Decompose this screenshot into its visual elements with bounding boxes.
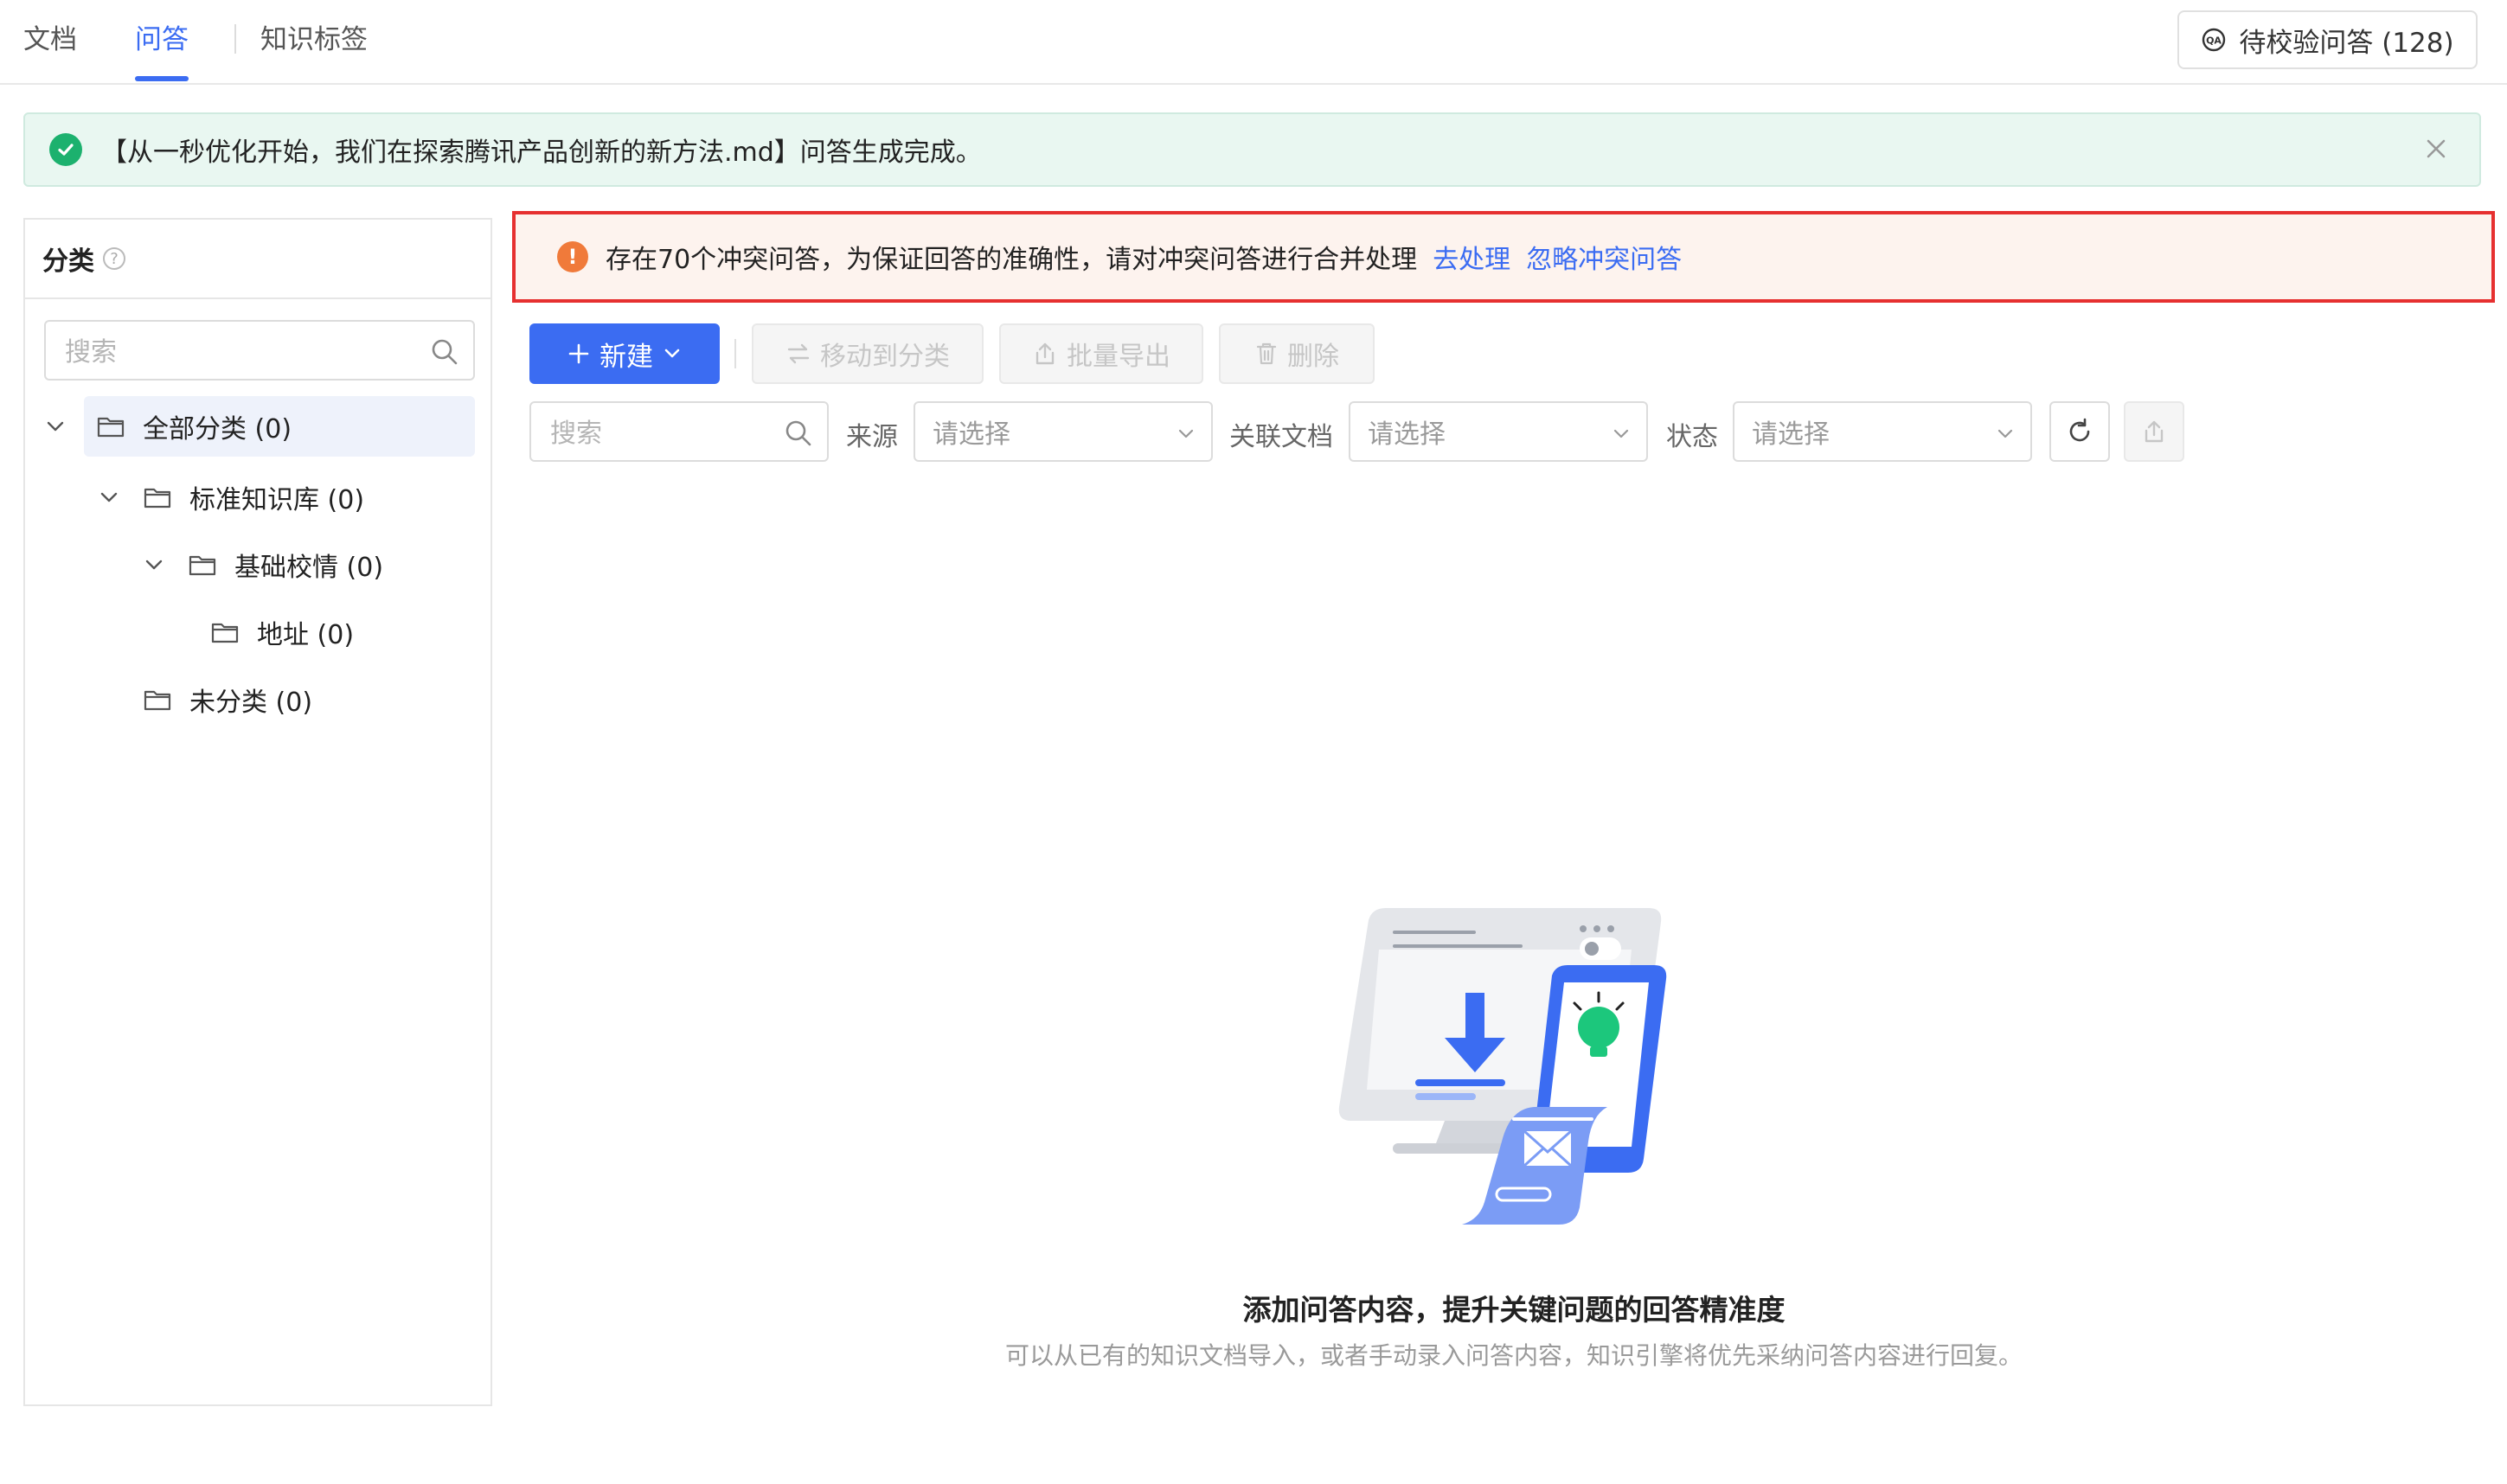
empty-state-description: 可以从已有的知识文档导入，或者手动录入问答内容，知识引擎将优先采纳问答内容进行回… [1004,1341,2023,1370]
conflict-message: 存在70个冲突问答，为保证回答的准确性，请对冲突问答进行合并处理 [606,245,1418,275]
search-icon[interactable] [430,337,459,367]
ignore-conflicts-link[interactable]: 忽略冲突问答 [1526,238,1682,276]
tree-item-label: 基础校情 (0) [234,553,384,583]
empty-state-illustration [1338,908,1667,1225]
tab-divider [234,24,236,54]
source-select-value: 请选择 [933,419,1010,450]
trash-icon [1256,342,1277,365]
success-banner: 【从一秒优化开始，我们在探索腾讯产品创新的新方法.md】问答生成完成。 [23,112,2481,187]
new-button-label: 新建 [600,341,653,373]
export-icon [2145,420,2164,443]
move-label: 移动到分类 [820,342,950,372]
tree-item-label: 未分类 (0) [189,688,313,718]
plus-icon [568,343,589,364]
qa-search-box [529,401,829,462]
pending-review-label: 待校验问答 (128) [2239,27,2454,59]
tree-item-address[interactable]: 地址 (0) [84,602,475,662]
empty-state-title: 添加问答内容，提升关键问题的回答精准度 [1242,1293,1786,1327]
export-label: 批量导出 [1067,342,1170,372]
chevron-down-icon [1178,429,1194,438]
related-doc-select[interactable]: 请选择 [1349,401,1648,462]
folder-icon [97,417,125,438]
help-icon[interactable]: ? [103,247,125,270]
top-tab-bar: 文档 问答 知识标签 [0,0,2507,85]
pending-review-button[interactable]: QA 待校验问答 (128) [2177,10,2478,69]
chevron-down-icon [1997,429,2013,438]
refresh-button[interactable] [2049,401,2110,462]
svg-text:QA: QA [2206,35,2222,47]
chevron-down-icon [1613,429,1629,438]
delete-label: 删除 [1287,342,1339,372]
delete-button[interactable]: 删除 [1219,323,1375,384]
tree-item-label: 全部分类 (0) [143,414,292,445]
category-title: 分类 [42,246,94,277]
source-select[interactable]: 请选择 [914,401,1213,462]
check-circle-icon [49,133,82,166]
category-search-input[interactable] [63,334,413,370]
status-select-value: 请选择 [1752,419,1830,450]
success-message: 【从一秒优化开始，我们在探索腾讯产品创新的新方法.md】问答生成完成。 [101,138,982,168]
qa-search-input[interactable] [548,415,777,451]
move-to-category-button[interactable]: 移动到分类 [752,323,984,384]
tab-documents[interactable]: 文档 [23,17,77,56]
category-panel: 分类 ? 全部分类 (0) 标准知识库 (0) 基础校情 (0) 地址 (0) … [23,218,492,1406]
batch-export-button[interactable]: 批量导出 [999,323,1203,384]
search-icon[interactable] [784,419,813,448]
active-tab-indicator [135,76,189,81]
category-panel-header: 分类 ? [25,220,490,299]
tree-item-all[interactable]: 全部分类 (0) [47,396,475,457]
status-select[interactable]: 请选择 [1733,401,2032,462]
tree-item-basic-info[interactable]: 基础校情 (0) [84,534,475,595]
tab-qa[interactable]: 问答 [135,17,189,56]
tree-item-uncategorized[interactable]: 未分类 (0) [84,669,475,730]
conflict-warning-banner: ! 存在70个冲突问答，为保证回答的准确性，请对冲突问答进行合并处理 去处理 忽… [512,211,2495,303]
folder-icon [211,623,239,643]
chevron-down-icon[interactable] [44,415,67,438]
folder-icon [144,690,171,711]
process-conflicts-link[interactable]: 去处理 [1433,238,1510,276]
refresh-icon [2069,418,2090,442]
tree-item-label: 标准知识库 (0) [189,485,365,515]
export-icon [1036,342,1055,365]
folder-icon [144,488,171,509]
qa-icon: QA [2202,28,2226,52]
export-icon-button[interactable] [2124,401,2184,462]
toolbar-divider [734,339,736,368]
folder-icon [189,555,216,576]
status-filter-label: 状态 [1666,422,1718,452]
new-button[interactable]: 新建 [529,323,720,384]
category-search-box [44,320,475,381]
chevron-down-icon[interactable] [143,553,165,576]
tree-item-standard-kb[interactable]: 标准知识库 (0) [84,467,475,528]
close-icon[interactable] [2419,131,2453,166]
tree-item-label: 地址 (0) [257,620,355,650]
swap-arrows-icon [787,343,810,364]
related-doc-select-value: 请选择 [1368,419,1446,450]
chevron-down-icon [664,349,680,358]
chevron-down-icon[interactable] [98,486,120,509]
source-filter-label: 来源 [846,422,898,452]
related-doc-filter-label: 关联文档 [1229,422,1333,452]
warning-icon: ! [557,241,588,272]
tab-knowledge-tags[interactable]: 知识标签 [260,17,368,56]
